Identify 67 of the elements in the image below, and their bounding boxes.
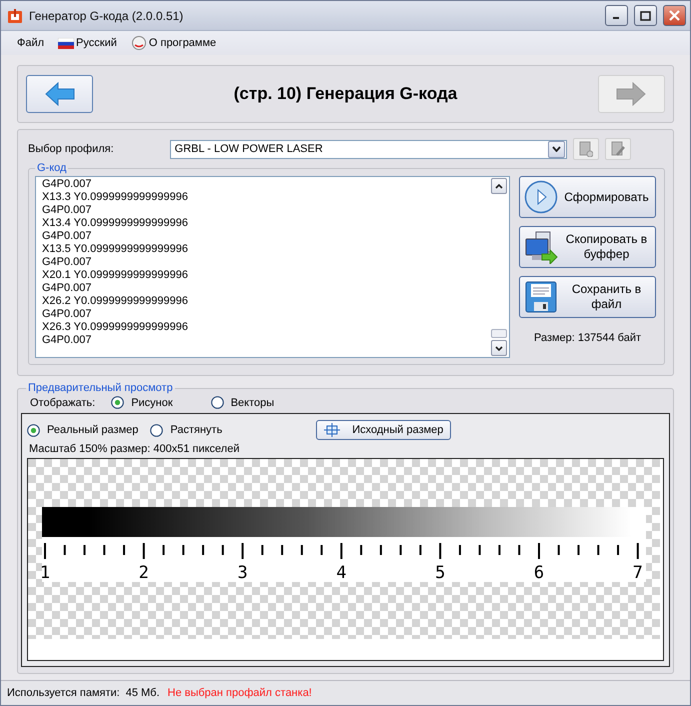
maximize-button[interactable] — [634, 5, 657, 26]
copy-button[interactable]: Скопировать в буффер — [519, 226, 656, 268]
close-icon — [669, 10, 680, 21]
ruler-label: 3 — [237, 563, 248, 583]
ruler-label: 6 — [534, 563, 544, 583]
radio-button[interactable] — [111, 396, 124, 409]
document-plus-icon — [578, 141, 593, 157]
gcode-text-area[interactable] — [35, 176, 510, 358]
radio-button[interactable] — [27, 424, 40, 436]
profile-dropdown[interactable]: GRBL - LOW POWER LASER — [170, 140, 567, 158]
code-line: G4P0.007 — [42, 204, 93, 217]
radio-button[interactable] — [150, 424, 164, 436]
group-title: G-код — [36, 162, 68, 174]
code-line: X13.5 Y0.0999999999999996 — [42, 243, 189, 256]
save-button[interactable]: Сохранить в файл — [519, 276, 656, 318]
app-icon — [7, 8, 23, 24]
generate-button[interactable]: Сформировать — [519, 176, 656, 218]
play-icon — [524, 180, 558, 214]
warning-message: Не выбран профайл станка! — [168, 687, 312, 699]
group-title: Предварительный просмотр — [27, 382, 174, 394]
menu-item[interactable]: Русский — [58, 37, 117, 49]
left-arrow-icon — [44, 82, 76, 106]
display-label: Отображать: — [30, 396, 96, 408]
radio-label: Рисунок — [131, 396, 173, 408]
fit-size-icon — [323, 423, 342, 437]
scale-info: Масштаб 150% размер: 400x51 пикселей — [29, 443, 240, 455]
radio-label: Векторы — [230, 396, 274, 408]
ruler-label: 5 — [435, 563, 446, 583]
scroll-up-button[interactable] — [491, 178, 507, 194]
code-line: X13.3 Y0.0999999999999996 — [42, 191, 189, 204]
right-arrow-icon — [615, 82, 648, 106]
computer-arrow-icon — [524, 230, 558, 264]
code-line: G4P0.007 — [42, 178, 93, 191]
size-label: Размер: 137544 байт — [534, 332, 642, 344]
page-title: (стр. 10) Генерация G-кода — [234, 84, 458, 104]
code-line: G4P0.007 — [42, 282, 93, 295]
memory-value: 45 Мб. — [126, 687, 160, 699]
ruler-label: 7 — [632, 563, 643, 583]
minimize-button[interactable] — [605, 5, 628, 26]
code-line: X13.4 Y0.0999999999999996 — [42, 217, 189, 230]
profile-label: Выбор профиля: — [28, 143, 114, 155]
ruler-label: 1 — [40, 563, 50, 583]
code-line: X26.3 Y0.0999999999999996 — [42, 321, 189, 334]
code-line: G4P0.007 — [42, 256, 93, 269]
code-line: G4P0.007 — [42, 230, 93, 243]
code-line: G4P0.007 — [42, 308, 93, 321]
back-button[interactable] — [26, 75, 93, 113]
smiley-icon — [130, 35, 147, 51]
ruler-label: 2 — [138, 563, 149, 583]
code-line: G4P0.007 — [42, 334, 93, 347]
radio-button[interactable] — [210, 396, 224, 409]
scroll-down-button[interactable] — [491, 340, 507, 356]
menu-item[interactable]: О программе — [130, 35, 216, 51]
scroll-thumb[interactable] — [491, 329, 507, 338]
original-size-button[interactable]: Исходный размер — [316, 420, 452, 440]
radio-label: Реальный размер — [47, 424, 138, 436]
code-line: X20.1 Y0.0999999999999996 — [42, 269, 189, 282]
memory-label: Используется памяти: — [7, 687, 120, 699]
flag-icon — [58, 38, 74, 48]
code-line: X26.2 Y0.0999999999999996 — [42, 295, 189, 308]
menu-item[interactable]: Файл — [17, 37, 44, 49]
ruler-label: 4 — [336, 563, 347, 583]
window-title: Генератор G-кода (2.0.0.51) — [29, 8, 184, 22]
radio-label: Растянуть — [170, 424, 222, 436]
maximize-icon — [640, 10, 651, 20]
close-button[interactable] — [663, 5, 686, 26]
document-pencil-icon — [610, 141, 625, 157]
